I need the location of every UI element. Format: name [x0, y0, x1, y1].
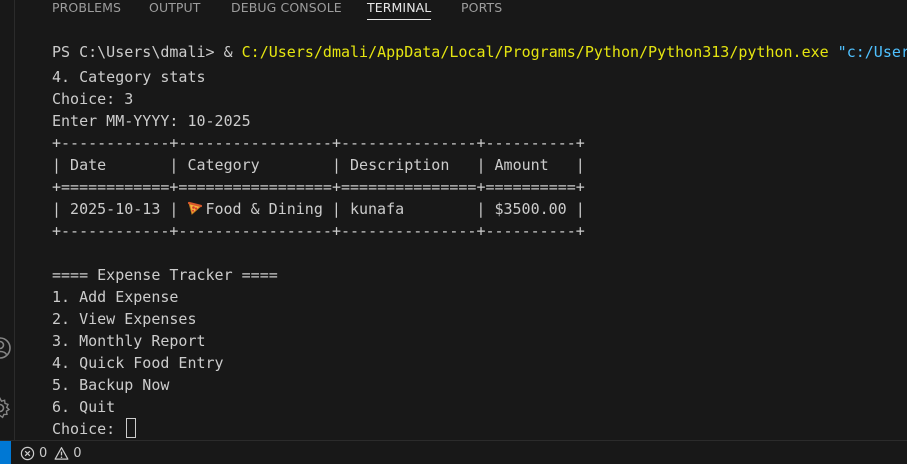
gear-icon[interactable]: [0, 396, 12, 420]
table-row-rest: | kunafa | $3500.00 |: [322, 200, 585, 218]
tab-ports[interactable]: PORTS: [461, 0, 502, 16]
warning-icon: [54, 446, 69, 460]
terminal-python-path: C:/Users/dmali/AppData/Local/Programs/Py…: [241, 43, 829, 61]
terminal-command-line: PS C:\Users\dmali> & C:/Users/dmali/AppD…: [52, 41, 907, 63]
table-header-border: +============+=================+========…: [52, 178, 585, 196]
terminal-script-argument: "c:/User: [828, 43, 907, 61]
tab-debug-console[interactable]: DEBUG CONSOLE: [231, 0, 342, 16]
pizza-icon: [188, 201, 203, 215]
table-border-bottom: +------------+-----------------+--------…: [52, 222, 585, 240]
terminal-line: Choice: 3: [52, 90, 134, 108]
activity-bar: [0, 0, 15, 440]
status-bar: 0 0: [0, 440, 907, 464]
terminal-line: Enter MM-YYYY: 10-2025: [52, 112, 251, 130]
terminal-line: 4. Category stats: [52, 68, 206, 86]
terminal-cursor[interactable]: [126, 418, 137, 438]
warning-count: 0: [73, 445, 82, 461]
menu-item: 4. Quick Food Entry: [52, 354, 224, 372]
problems-status[interactable]: 0 0: [20, 444, 82, 462]
menu-item: 6. Quit: [52, 398, 116, 416]
panel-tab-bar: PROBLEMS OUTPUT DEBUG CONSOLE TERMINAL P…: [15, 0, 907, 22]
table-border-top: +------------+-----------------+--------…: [52, 134, 585, 152]
terminal-view[interactable]: PS C:\Users\dmali> & C:/Users/dmali/AppD…: [15, 38, 907, 440]
remote-indicator[interactable]: [0, 441, 11, 464]
tab-output[interactable]: OUTPUT: [149, 0, 201, 16]
error-count: 0: [39, 445, 48, 461]
error-icon: [20, 446, 35, 460]
choice-prompt-line: Choice:: [52, 418, 137, 440]
table-row-category: Food & Dining: [205, 200, 323, 218]
table-row: | 2025-10-13 | Food & Dining | kunafa | …: [52, 198, 585, 220]
choice-prompt: Choice:: [52, 420, 125, 438]
tab-problems[interactable]: PROBLEMS: [52, 0, 121, 16]
menu-item: 2. View Expenses: [52, 310, 197, 328]
menu-item: 1. Add Expense: [52, 288, 179, 306]
table-header-row: | Date | Category | Description | Amount…: [52, 156, 585, 174]
menu-item: 3. Monthly Report: [52, 332, 206, 350]
menu-title: ==== Expense Tracker ====: [52, 266, 278, 284]
tab-terminal[interactable]: TERMINAL: [367, 0, 432, 20]
menu-item: 5. Backup Now: [52, 376, 170, 394]
account-icon[interactable]: [0, 336, 12, 360]
table-row-date: | 2025-10-13 |: [52, 200, 188, 218]
terminal-call-operator: &: [223, 43, 242, 61]
terminal-prompt: PS C:\Users\dmali>: [52, 43, 224, 61]
